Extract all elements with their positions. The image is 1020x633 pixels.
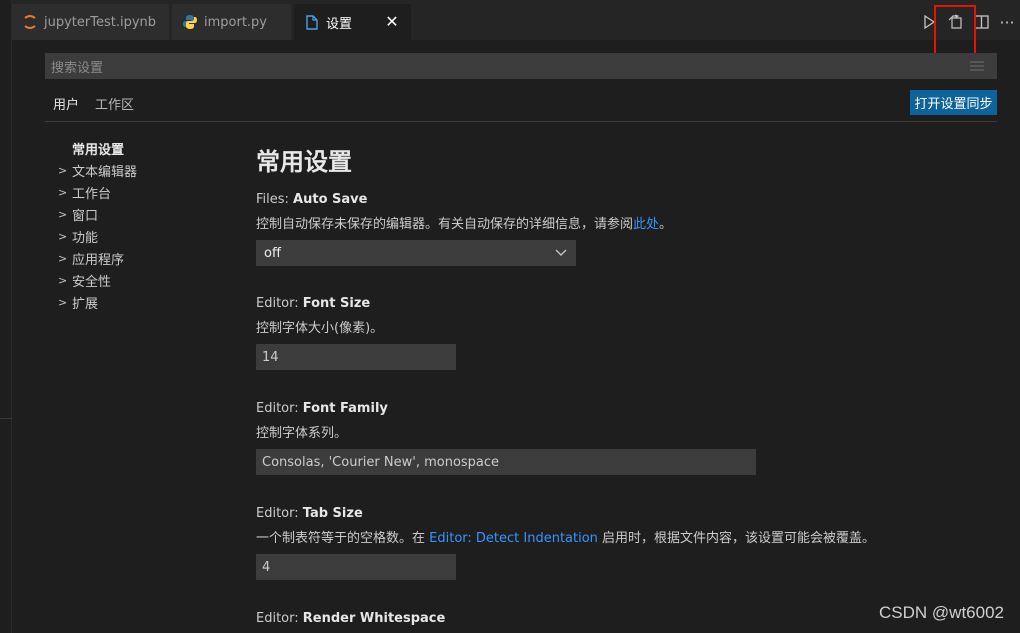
settings-list: 常用设置 Files: Auto Save 控制自动保存未保存的编辑器。有关自动… [256,140,996,626]
chevron-right-icon: > [58,163,68,177]
toc-item-window[interactable]: > 窗口 [58,203,238,225]
toc-item-application[interactable]: > 应用程序 [58,247,238,269]
toc-label: 扩展 [72,296,99,312]
close-icon[interactable]: ✕ [383,13,401,31]
font-family-input[interactable]: Consolas, 'Courier New', monospace [256,449,756,475]
jupyter-icon [22,14,38,30]
tab-label: 设置 [326,16,353,32]
tab-settings[interactable]: 设置 ✕ [294,4,412,40]
toc-label: 工作台 [72,186,112,202]
chevron-down-icon [554,245,568,263]
search-placeholder: 搜索设置 [51,60,104,76]
setting-title: Files: Auto Save [256,192,368,207]
toc-label: 应用程序 [72,252,125,268]
setting-description: 控制自动保存未保存的编辑器。有关自动保存的详细信息，请参阅此处。 [256,217,673,232]
toc-label: 功能 [72,230,99,246]
here-link[interactable]: 此处 [633,217,659,232]
left-edge-strip [0,0,12,633]
auto-save-dropdown[interactable]: off [256,240,576,266]
python-icon [182,14,198,30]
tab-workspace-settings[interactable]: 工作区 [87,92,142,122]
toc-item-text-editor[interactable]: > 文本编辑器 [58,159,238,181]
tab-import-py[interactable]: import.py [172,4,292,40]
dropdown-value: off [264,245,281,261]
settings-scope-tabs: 用户 工作区 [45,92,142,122]
search-settings-input[interactable]: 搜索设置 [45,53,997,79]
section-title: 常用设置 [256,148,352,176]
more-actions-icon[interactable]: ··· [994,9,1020,35]
setting-description: 控制字体系列。 [256,426,348,441]
chevron-right-icon: > [58,185,68,199]
tab-label: import.py [204,14,268,30]
watermark: CSDN @wt6002 [879,603,1004,622]
setting-title: Editor: Render Whitespace [256,611,446,626]
setting-title: Editor: Font Family [256,401,388,416]
chevron-right-icon: > [58,295,68,309]
chevron-right-icon: > [58,273,68,287]
chevron-right-icon: > [58,251,68,265]
highlight-box [934,5,976,55]
tab-label: jupyterTest.ipynb [44,14,157,30]
setting-description: 一个制表符等于的空格数。在 Editor: Detect Indentation… [256,531,876,546]
setting-title: Editor: Font Size [256,296,371,311]
chevron-right-icon: > [58,207,68,221]
settings-sync-button[interactable]: 打开设置同步 [910,90,997,115]
setting-auto-save: Files: Auto Save 控制自动保存未保存的编辑器。有关自动保存的详细… [256,192,672,266]
toc-label: 文本编辑器 [72,164,138,180]
toc-label: 窗口 [72,208,99,224]
file-icon [304,14,320,30]
toc-item-extensions[interactable]: > 扩展 [58,291,238,313]
tab-user-settings[interactable]: 用户 [45,92,88,122]
toc-item-features[interactable]: > 功能 [58,225,238,247]
chevron-right-icon: > [58,229,68,243]
setting-font-size: Editor: Font Size 控制字体大小(像素)。 14 [256,296,456,370]
font-size-input[interactable]: 14 [256,344,456,370]
setting-render-whitespace: Editor: Render Whitespace [256,611,445,626]
setting-title: Editor: Tab Size [256,506,363,521]
settings-toc: 常用设置 > 文本编辑器 > 工作台 > 窗口 > 功能 > 应用程序 > 安全性 > 扩展 [58,137,238,313]
setting-font-family: Editor: Font Family 控制字体系列。 Consolas, 'C… [256,401,756,475]
toc-label: 安全性 [72,274,112,290]
clear-filter-icon[interactable] [969,59,985,77]
setting-description: 控制字体大小(像素)。 [256,321,384,336]
editor-tab-bar: jupyterTest.ipynb import.py 设置 ✕ ··· [12,0,1020,40]
toc-item-commonly-used[interactable]: 常用设置 [58,137,238,159]
divider [45,121,997,122]
detect-indentation-link[interactable]: Editor: Detect Indentation [429,531,598,546]
toc-item-security[interactable]: > 安全性 [58,269,238,291]
toc-item-workbench[interactable]: > 工作台 [58,181,238,203]
tab-size-input[interactable]: 4 [256,554,456,580]
tab-jupytertest[interactable]: jupyterTest.ipynb [12,4,170,40]
setting-tab-size: Editor: Tab Size 一个制表符等于的空格数。在 Editor: D… [256,506,875,580]
